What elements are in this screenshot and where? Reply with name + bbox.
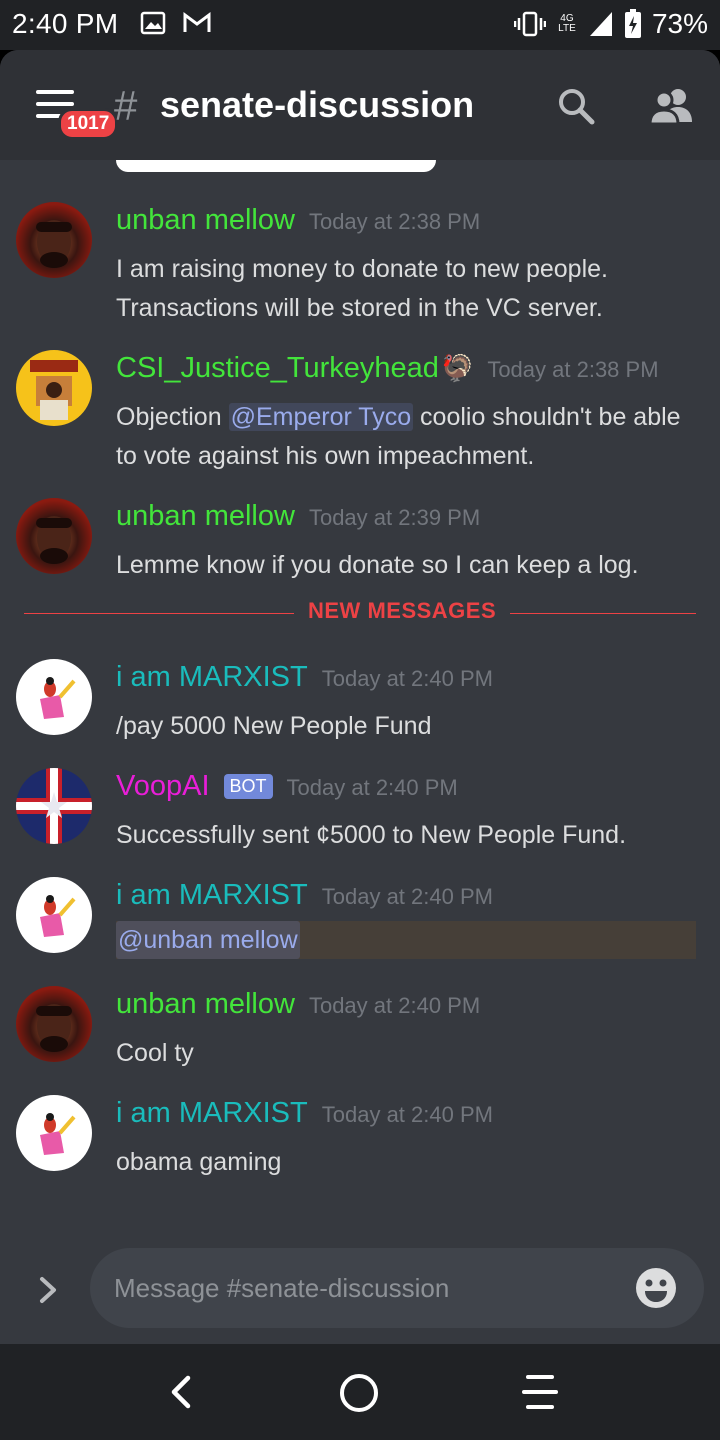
message-text: Lemme know if you donate so I can keep a… xyxy=(116,551,639,579)
message-text: Cool ty xyxy=(116,1039,194,1067)
back-icon[interactable] xyxy=(166,1374,196,1410)
mention-highlight: @unban mellow xyxy=(116,921,696,959)
message-timestamp: Today at 2:40 PM xyxy=(308,993,481,1018)
avatar[interactable] xyxy=(16,659,92,735)
message-timestamp: Today at 2:40 PM xyxy=(321,666,493,691)
message-author[interactable]: CSI_Justice_Turkeyhead xyxy=(116,352,439,385)
turkey-emoji: 🦃 xyxy=(440,353,474,383)
message-timestamp: Today at 2:40 PM xyxy=(321,884,493,909)
user-mention[interactable]: @Emperor Tyco xyxy=(228,403,414,431)
avatar[interactable] xyxy=(16,877,92,953)
message-text: Successfully sent ¢5000 to New People Fu… xyxy=(116,821,627,849)
message-input[interactable] xyxy=(114,1248,614,1328)
message-author[interactable]: i am MARXIST xyxy=(116,661,308,694)
message-timestamp: Today at 2:39 PM xyxy=(308,505,481,530)
battery-level: 73% xyxy=(651,8,708,39)
new-messages-divider: NEW MESSAGES xyxy=(24,598,696,624)
new-messages-label: NEW MESSAGES xyxy=(294,598,511,624)
vibrate-icon xyxy=(513,11,546,37)
avatar[interactable] xyxy=(16,350,92,426)
message-author[interactable]: i am MARXIST xyxy=(116,879,308,912)
scroll-pill xyxy=(116,160,436,172)
avatar[interactable] xyxy=(16,498,92,574)
message-text: Objection @Emperor Tyco coolio shouldn't… xyxy=(116,403,681,470)
message-timestamp: Today at 2:38 PM xyxy=(308,209,481,234)
members-icon[interactable] xyxy=(650,86,694,126)
avatar[interactable] xyxy=(16,202,92,278)
message-timestamp: Today at 2:40 PM xyxy=(286,775,458,800)
message-author[interactable]: VoopAI xyxy=(116,770,210,803)
system-nav-bar xyxy=(0,1344,720,1440)
gallery-notification-icon xyxy=(140,11,166,35)
message-author[interactable]: i am MARXIST xyxy=(116,1097,308,1130)
emoji-icon[interactable] xyxy=(634,1266,678,1310)
user-mention[interactable]: @unban mellow xyxy=(116,921,300,959)
home-icon[interactable] xyxy=(340,1374,378,1412)
gmail-notification-icon xyxy=(183,12,211,32)
search-icon[interactable] xyxy=(556,86,596,126)
network-type: 4G LTE xyxy=(558,13,576,34)
status-bar: 2:40 PM 4G LTE 73% xyxy=(0,0,720,50)
message-text: I am raising money to donate to new peop… xyxy=(116,255,608,322)
message-text: /pay 5000 New People Fund xyxy=(116,712,432,740)
chat-screen: 1017 # senate-discussion unban mellow To… xyxy=(0,50,720,1344)
mention-badge: 1017 xyxy=(58,108,119,140)
message-text: obama gaming xyxy=(116,1148,282,1176)
recents-icon[interactable] xyxy=(522,1375,558,1409)
chevron-right-icon[interactable] xyxy=(38,1275,60,1305)
avatar[interactable] xyxy=(16,986,92,1062)
channel-hash-icon: # xyxy=(114,82,138,129)
avatar[interactable] xyxy=(16,768,92,844)
message-timestamp: Today at 2:40 PM xyxy=(321,1102,493,1127)
message-author[interactable]: unban mellow xyxy=(116,988,295,1021)
message-author[interactable]: unban mellow xyxy=(116,500,295,533)
signal-icon xyxy=(589,12,612,36)
status-time: 2:40 PM xyxy=(12,8,119,39)
bot-tag: BOT xyxy=(223,774,273,799)
message-author[interactable]: unban mellow xyxy=(116,204,295,237)
message-composer xyxy=(90,1248,704,1328)
message-timestamp: Today at 2:38 PM xyxy=(487,357,659,382)
channel-title: senate-discussion xyxy=(160,84,475,125)
battery-charging-icon xyxy=(624,9,641,38)
avatar[interactable] xyxy=(16,1095,92,1171)
channel-header: 1017 # senate-discussion xyxy=(0,50,720,160)
